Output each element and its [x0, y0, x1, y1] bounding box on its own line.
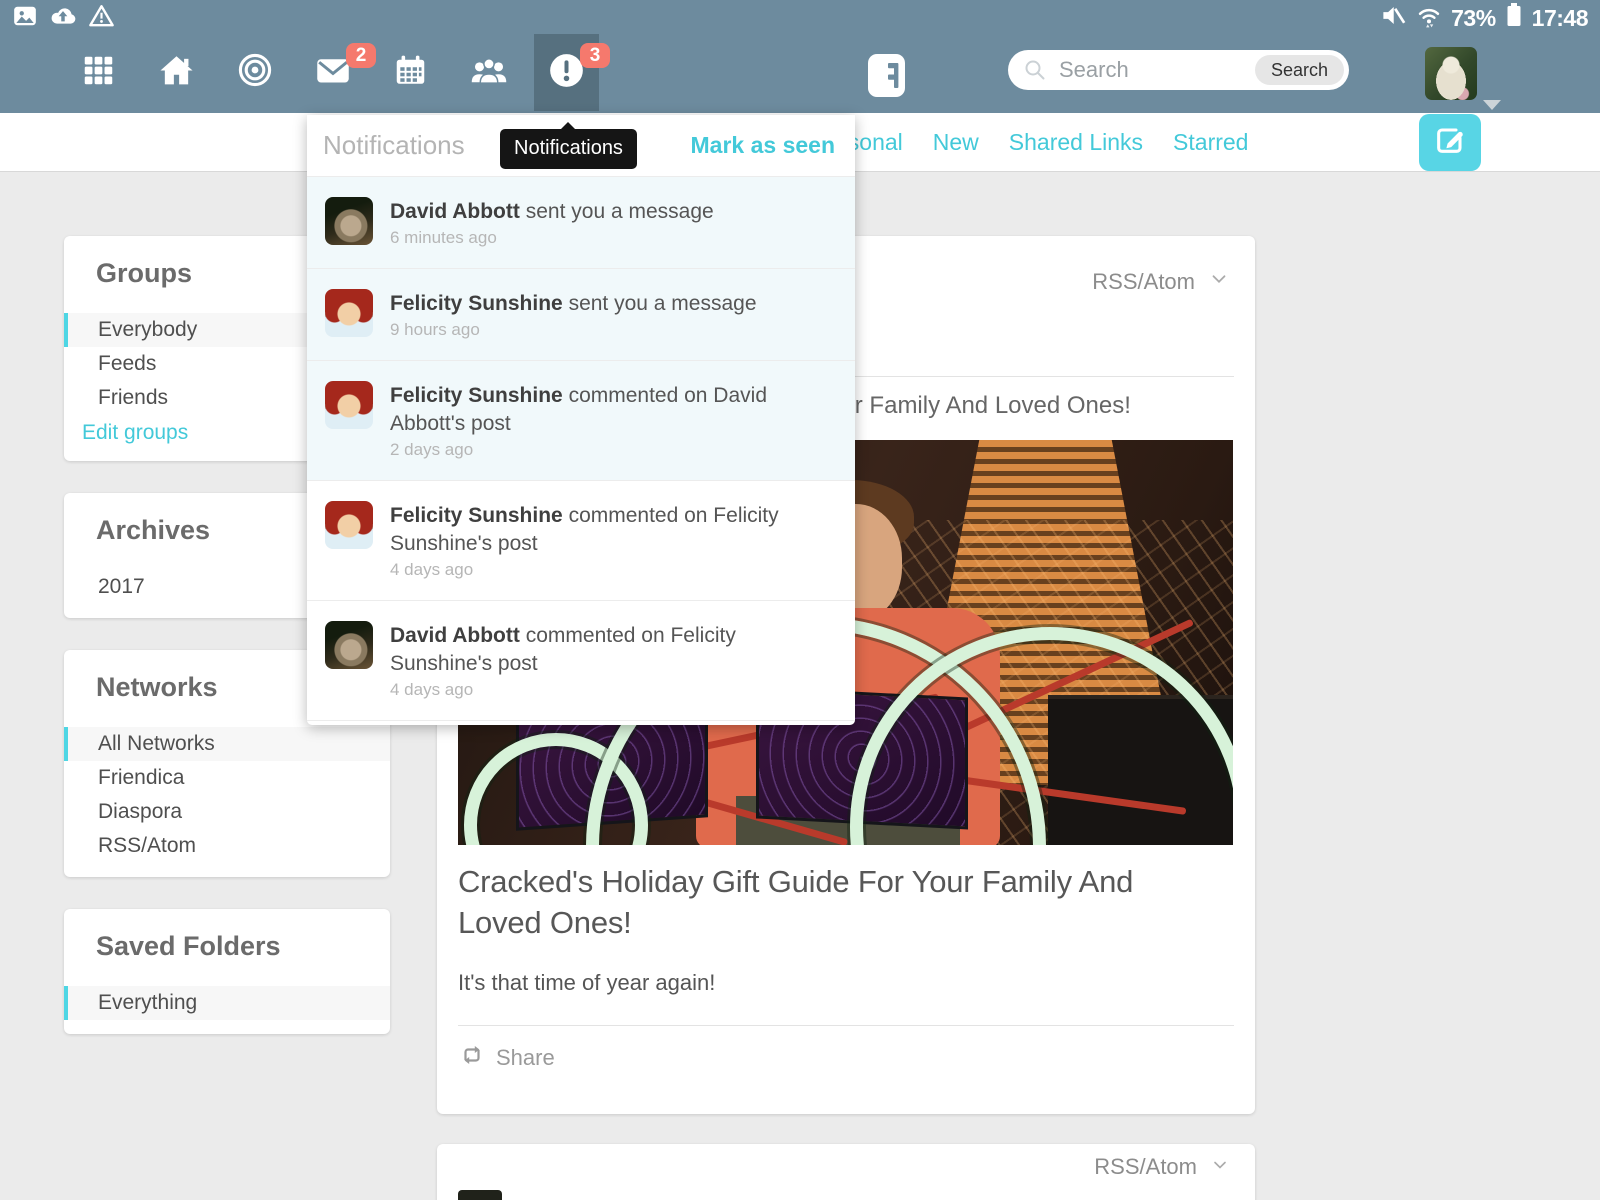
nav-icons: 2 3: [66, 34, 612, 111]
chevron-down-icon: [1210, 1155, 1230, 1180]
mute-icon: [1380, 2, 1407, 35]
home-icon: [159, 53, 194, 93]
mark-as-seen-link[interactable]: Mark as seen: [691, 132, 835, 159]
saved-folders-title: Saved Folders: [64, 927, 390, 962]
tab-starred[interactable]: Starred: [1173, 129, 1248, 156]
search-icon: [1023, 58, 1047, 82]
avatar: [325, 197, 373, 245]
status-left-icons: [12, 3, 115, 34]
post-card-2: RSS/Atom: [437, 1144, 1255, 1200]
nav-notifications-button[interactable]: 3: [534, 34, 599, 111]
notifications-badge: 3: [580, 43, 610, 68]
post2-image-sliver: [458, 1190, 502, 1200]
screenshot-icon: [12, 3, 38, 34]
messages-badge: 2: [346, 43, 376, 68]
sidebar-item-diaspora[interactable]: Diaspora: [64, 795, 390, 829]
post-title[interactable]: Cracked's Holiday Gift Guide For Your Fa…: [458, 861, 1198, 943]
retweet-icon: [458, 1043, 486, 1072]
avatar: [325, 289, 373, 337]
notification-text: Felicity Sunshine commented on David Abb…: [390, 381, 837, 460]
notification-actor: Felicity Sunshine: [390, 504, 563, 527]
notification-time: 2 days ago: [390, 440, 837, 460]
notification-time: 9 hours ago: [390, 320, 757, 340]
notification-time: 4 days ago: [390, 680, 837, 700]
nav-home-button[interactable]: [144, 34, 209, 111]
sidebar-item-all-networks[interactable]: All Networks: [64, 727, 390, 761]
share-label: Share: [496, 1045, 555, 1071]
sidebar-item-everything[interactable]: Everything: [64, 986, 390, 1020]
avatar: [325, 381, 373, 429]
nav-events-button[interactable]: [378, 34, 443, 111]
calendar-icon: [394, 53, 427, 92]
android-status-bar: 73% 17:48: [0, 0, 1600, 34]
post-body: It's that time of year again!: [458, 970, 1234, 996]
cloud-upload-icon: [48, 3, 78, 34]
pencil-square-icon: [1434, 124, 1466, 161]
friendica-logo-icon[interactable]: [868, 54, 905, 97]
users-icon: [470, 54, 508, 92]
user-menu-caret-icon[interactable]: [1483, 100, 1501, 119]
notification-item[interactable]: David Abbott sent you a message 6 minute…: [307, 177, 855, 268]
tab-shared-links[interactable]: Shared Links: [1009, 129, 1143, 156]
search-submit-button[interactable]: Search: [1255, 55, 1344, 85]
notification-actor: David Abbott: [390, 200, 520, 223]
tabs: Personal New Shared Links Starred: [812, 113, 1248, 171]
notifications-dropdown: Notifications Mark as seen David Abbott …: [307, 115, 855, 725]
tab-new[interactable]: New: [933, 129, 979, 156]
avatar: [325, 621, 373, 669]
notification-text: David Abbott commented on Felicity Sunsh…: [390, 621, 837, 700]
notification-text: Felicity Sunshine sent you a message 9 h…: [390, 289, 757, 340]
notification-actor: Felicity Sunshine: [390, 292, 563, 315]
notifications-title: Notifications: [323, 130, 465, 161]
notification-text: Felicity Sunshine commented on Felicity …: [390, 501, 837, 580]
notification-item-partial[interactable]: [307, 720, 855, 725]
nav-messages-button[interactable]: 2: [300, 34, 365, 111]
notification-time: 4 days ago: [390, 560, 837, 580]
wifi-icon: [1415, 2, 1443, 35]
status-right-cluster: 73% 17:48: [1380, 1, 1588, 35]
friendica-screen: 73% 17:48 2: [0, 0, 1600, 1200]
top-bar: 73% 17:48 2: [0, 0, 1600, 113]
post2-source-label: RSS/Atom: [1094, 1154, 1197, 1180]
notification-time: 6 minutes ago: [390, 228, 714, 248]
apps-grid-icon: [82, 54, 115, 92]
search-bar: Search: [1008, 50, 1349, 90]
nav-contacts-button[interactable]: [456, 34, 521, 111]
avatar: [325, 501, 373, 549]
user-avatar[interactable]: [1425, 47, 1477, 100]
battery-percent: 73%: [1451, 5, 1496, 32]
post-source-label: RSS/Atom: [1092, 269, 1195, 295]
compose-button[interactable]: [1419, 114, 1481, 171]
saved-folders-panel: Saved Folders Everything: [64, 909, 390, 1034]
notification-item[interactable]: David Abbott commented on Felicity Sunsh…: [307, 600, 855, 720]
battery-icon: [1504, 1, 1524, 35]
notification-text: David Abbott sent you a message 6 minute…: [390, 197, 714, 248]
notification-item[interactable]: Felicity Sunshine sent you a message 9 h…: [307, 268, 855, 360]
clock-time: 17:48: [1532, 5, 1588, 32]
notification-actor: David Abbott: [390, 624, 520, 647]
post2-source-dropdown[interactable]: RSS/Atom: [1094, 1154, 1230, 1180]
share-button[interactable]: Share: [458, 1026, 1234, 1114]
notification-action: sent you a message: [569, 292, 757, 315]
nav-network-button[interactable]: [222, 34, 287, 111]
sidebar-item-friendica[interactable]: Friendica: [64, 761, 390, 795]
sidebar-item-rss-atom[interactable]: RSS/Atom: [64, 829, 390, 863]
notification-action: sent you a message: [526, 200, 714, 223]
chevron-down-icon: [1208, 268, 1230, 295]
notification-actor: Felicity Sunshine: [390, 384, 563, 407]
notification-item[interactable]: Felicity Sunshine commented on David Abb…: [307, 360, 855, 480]
bullseye-icon: [238, 53, 272, 92]
notifications-tooltip: Notifications: [500, 129, 637, 169]
nav-row: 2 3 Search: [0, 34, 1600, 113]
warning-icon: [88, 3, 115, 34]
notification-item[interactable]: Felicity Sunshine commented on Felicity …: [307, 480, 855, 600]
search-input[interactable]: [1059, 57, 1229, 83]
post-source-dropdown[interactable]: RSS/Atom: [1092, 268, 1230, 295]
nav-apps-button[interactable]: [66, 34, 131, 111]
